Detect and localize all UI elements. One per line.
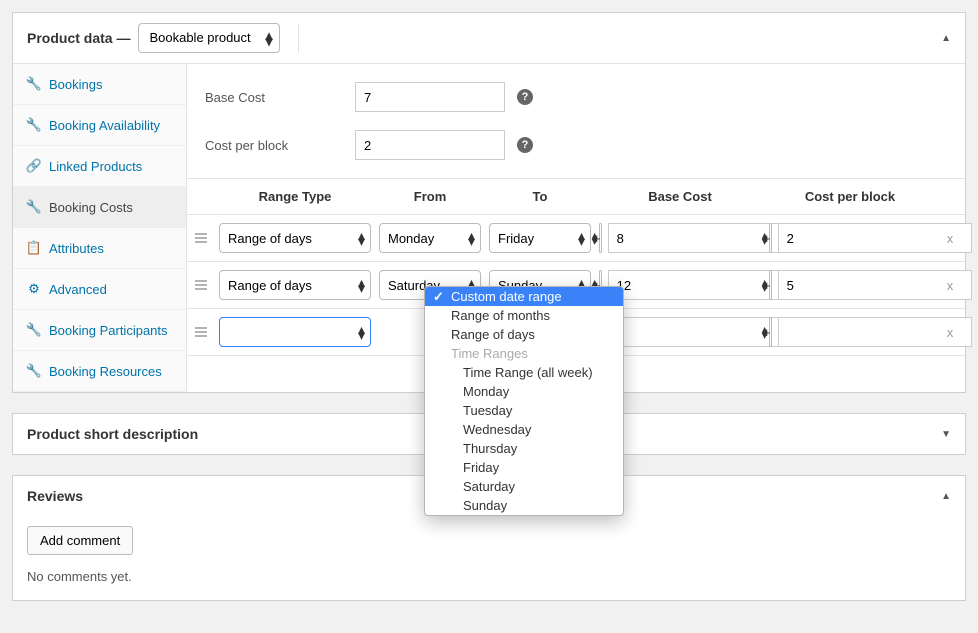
help-icon[interactable]: ? xyxy=(517,89,533,105)
header-range-type: Range Type xyxy=(215,189,375,204)
tab-advanced[interactable]: ⚙ Advanced xyxy=(13,269,186,310)
dropdown-option[interactable]: Wednesday xyxy=(425,420,623,439)
dropdown-group-label: Time Ranges xyxy=(425,344,623,363)
product-data-tabs: 🔧 Bookings 🔧 Booking Availability 🔗 Link… xyxy=(13,64,187,392)
dropdown-option[interactable]: Range of days xyxy=(425,325,623,344)
tab-booking-availability[interactable]: 🔧 Booking Availability xyxy=(13,105,186,146)
range-type-dropdown: Custom date range Range of months Range … xyxy=(424,286,624,516)
help-icon[interactable]: ? xyxy=(517,137,533,153)
table-header-row: Range Type From To Base Cost Cost per bl… xyxy=(187,179,965,215)
tab-booking-participants[interactable]: 🔧 Booking Participants xyxy=(13,310,186,351)
add-comment-button[interactable]: Add comment xyxy=(27,526,133,555)
base-operator-select[interactable]: + ▴▾ xyxy=(599,223,602,253)
per-operator-select[interactable]: + ▴▾ xyxy=(769,317,772,347)
product-type-select[interactable]: Bookable product xyxy=(138,23,280,53)
range-type-select[interactable] xyxy=(219,317,371,347)
range-type-select[interactable]: Range of days xyxy=(219,270,371,300)
list-icon: 📋 xyxy=(27,240,41,256)
delete-row-button[interactable]: x xyxy=(935,231,965,246)
booking-costs-content: Base Cost ? Cost per block ? Range Type … xyxy=(187,64,965,392)
cost-per-block-label: Cost per block xyxy=(205,138,355,153)
collapse-icon[interactable]: ▲ xyxy=(941,491,951,502)
wrench-icon: 🔧 xyxy=(27,199,41,215)
to-select[interactable]: Friday xyxy=(489,223,591,253)
divider xyxy=(298,23,299,53)
reviews-empty-text: No comments yet. xyxy=(27,569,951,584)
drag-handle-icon[interactable] xyxy=(187,233,215,243)
product-type-select-wrap: Bookable product ▴▾ xyxy=(138,23,280,53)
drag-handle-icon[interactable] xyxy=(187,280,215,290)
base-cost-label: Base Cost xyxy=(205,90,355,105)
base-cost-input[interactable] xyxy=(355,82,505,112)
wrench-icon: 🔧 xyxy=(27,322,41,338)
tab-attributes[interactable]: 📋 Attributes xyxy=(13,228,186,269)
per-operator-select[interactable]: + ▴▾ xyxy=(769,270,772,300)
dropdown-option[interactable]: Range of months xyxy=(425,306,623,325)
wrench-icon: 🔧 xyxy=(27,363,41,379)
product-data-panel: Product data — Bookable product ▴▾ ▲ 🔧 B… xyxy=(12,12,966,393)
collapse-icon[interactable]: ▲ xyxy=(941,33,951,44)
per-operator-select[interactable]: + ▴▾ xyxy=(769,223,772,253)
product-data-title: Product data — xyxy=(27,30,130,46)
header-cost-per-block: Cost per block xyxy=(765,189,935,204)
link-icon: 🔗 xyxy=(27,158,41,174)
wrench-icon: 🔧 xyxy=(27,76,41,92)
from-select[interactable]: Monday xyxy=(379,223,481,253)
tab-booking-costs[interactable]: 🔧 Booking Costs xyxy=(13,187,186,228)
delete-row-button[interactable]: x xyxy=(935,325,965,340)
tab-linked-products[interactable]: 🔗 Linked Products xyxy=(13,146,186,187)
header-to: To xyxy=(485,189,595,204)
table-row: Range of days ▴▾ Monday ▴▾ Friday xyxy=(187,215,965,262)
expand-icon[interactable]: ▼ xyxy=(941,429,951,440)
drag-handle-icon[interactable] xyxy=(187,327,215,337)
dropdown-option[interactable]: Custom date range xyxy=(425,287,623,306)
wrench-icon: 🔧 xyxy=(27,117,41,133)
dropdown-option[interactable]: Friday xyxy=(425,458,623,477)
tab-bookings[interactable]: 🔧 Bookings xyxy=(13,64,186,105)
header-from: From xyxy=(375,189,485,204)
tab-booking-resources[interactable]: 🔧 Booking Resources xyxy=(13,351,186,392)
delete-row-button[interactable]: x xyxy=(935,278,965,293)
gear-icon: ⚙ xyxy=(27,281,41,297)
dropdown-option[interactable]: Thursday xyxy=(425,439,623,458)
dropdown-option[interactable]: Saturday xyxy=(425,477,623,496)
dropdown-option[interactable]: Monday xyxy=(425,382,623,401)
reviews-title: Reviews xyxy=(27,488,83,504)
product-data-header: Product data — Bookable product ▴▾ ▲ xyxy=(13,13,965,64)
range-type-select[interactable]: Range of days xyxy=(219,223,371,253)
cost-per-block-input[interactable] xyxy=(355,130,505,160)
dropdown-option[interactable]: Time Range (all week) xyxy=(425,363,623,382)
header-base-cost: Base Cost xyxy=(595,189,765,204)
dropdown-option[interactable]: Sunday xyxy=(425,496,623,515)
product-short-description-title: Product short description xyxy=(27,426,198,442)
dropdown-option[interactable]: Tuesday xyxy=(425,401,623,420)
